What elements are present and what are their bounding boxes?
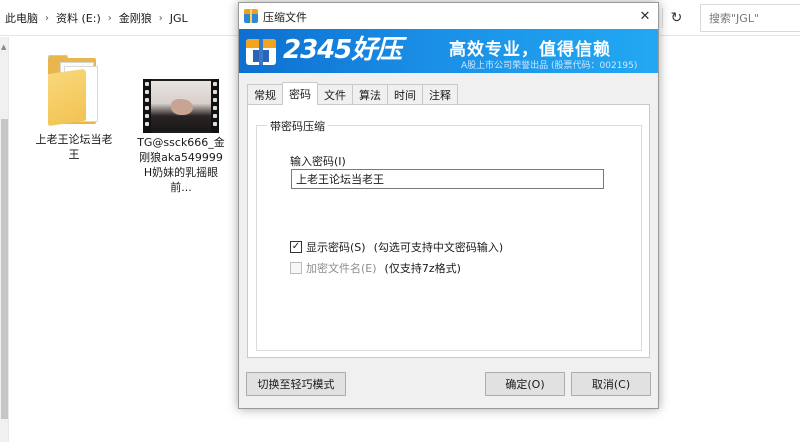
haozip-logo-icon xyxy=(244,35,278,67)
banner-slogan: 高效专业，值得信赖 xyxy=(449,40,611,60)
tab-time[interactable]: 时间 xyxy=(387,84,423,105)
refresh-icon[interactable]: ↻ xyxy=(662,8,690,28)
encrypt-filenames-option[interactable]: 加密文件名(E) (仅支持7z格式) xyxy=(290,260,461,276)
folder-icon xyxy=(48,54,100,126)
group-title: 带密码压缩 xyxy=(267,118,328,134)
tab-algorithm[interactable]: 算法 xyxy=(352,84,388,105)
brand-banner: 2345好压 高效专业，值得信赖 A股上市公司荣誉出品 (股票代码：002195… xyxy=(239,29,658,73)
dialog-titlebar[interactable]: 压缩文件 ✕ xyxy=(239,3,658,29)
haozip-app-icon xyxy=(244,9,258,23)
breadcrumb-chevron-icon[interactable]: › xyxy=(155,13,167,24)
cancel-button[interactable]: 取消(C) xyxy=(571,372,651,396)
breadcrumb-folder-jgl[interactable]: JGL xyxy=(167,12,191,25)
dialog-title: 压缩文件 xyxy=(263,11,307,24)
scrollbar-thumb[interactable] xyxy=(1,119,8,419)
file-item-folder[interactable]: 上老王论坛当老王 xyxy=(34,54,114,162)
show-password-label: 显示密码(S) xyxy=(306,241,366,254)
tab-password[interactable]: 密码 xyxy=(282,82,318,105)
breadcrumb-folder-jingangl[interactable]: 金刚狼 xyxy=(116,10,155,26)
tab-files[interactable]: 文件 xyxy=(317,84,353,105)
breadcrumb-this-pc[interactable]: 此电脑 xyxy=(2,10,41,26)
breadcrumb-chevron-icon[interactable]: › xyxy=(41,13,53,24)
scroll-up-icon[interactable]: ▲ xyxy=(1,43,6,51)
encrypt-filenames-label: 加密文件名(E) xyxy=(306,262,377,275)
banner-brand: 2345好压 xyxy=(283,35,402,65)
file-item-label: 上老王论坛当老王 xyxy=(35,133,113,161)
switch-lite-mode-button[interactable]: 切换至轻巧模式 xyxy=(246,372,346,396)
compress-dialog: 压缩文件 ✕ 2345好压 高效专业，值得信赖 A股上市公司荣誉出品 (股票代码… xyxy=(238,2,659,409)
password-label: 输入密码(I) xyxy=(290,155,346,168)
file-item-label: TG@ssck666_金刚狼aka549999H奶妹的乳摇眼前... xyxy=(137,136,225,194)
video-thumbnail-icon xyxy=(143,79,219,133)
show-password-note: (勾选可支持中文密码输入) xyxy=(373,241,504,254)
breadcrumb: 此电脑 › 资料 (E:) › 金刚狼 › JGL xyxy=(0,0,191,36)
breadcrumb-chevron-icon[interactable]: › xyxy=(104,13,116,24)
show-password-option[interactable]: ✓ 显示密码(S) (勾选可支持中文密码输入) xyxy=(290,239,503,255)
tab-strip: 常规 密码 文件 算法 时间 注释 xyxy=(247,82,458,105)
show-password-checkbox[interactable]: ✓ xyxy=(290,241,302,253)
close-icon[interactable]: ✕ xyxy=(632,3,658,29)
search-input[interactable]: 搜索"JGL" xyxy=(700,4,800,32)
tab-general[interactable]: 常规 xyxy=(247,84,283,105)
banner-subtitle: A股上市公司荣誉出品 (股票代码：002195) xyxy=(461,61,638,71)
breadcrumb-drive-e[interactable]: 资料 (E:) xyxy=(53,10,104,26)
tab-comment[interactable]: 注释 xyxy=(422,84,458,105)
ok-button[interactable]: 确定(O) xyxy=(485,372,565,396)
navigation-pane-scrollbar[interactable]: ▲ xyxy=(0,37,9,442)
password-input[interactable] xyxy=(291,169,604,189)
password-tab-panel: 带密码压缩 输入密码(I) ✓ 显示密码(S) (勾选可支持中文密码输入) 加密… xyxy=(247,104,650,358)
encrypt-filenames-note: (仅支持7z格式) xyxy=(384,262,461,275)
file-item-video[interactable]: TG@ssck666_金刚狼aka549999H奶妹的乳摇眼前... xyxy=(136,79,226,195)
encrypt-filenames-checkbox[interactable] xyxy=(290,262,302,274)
